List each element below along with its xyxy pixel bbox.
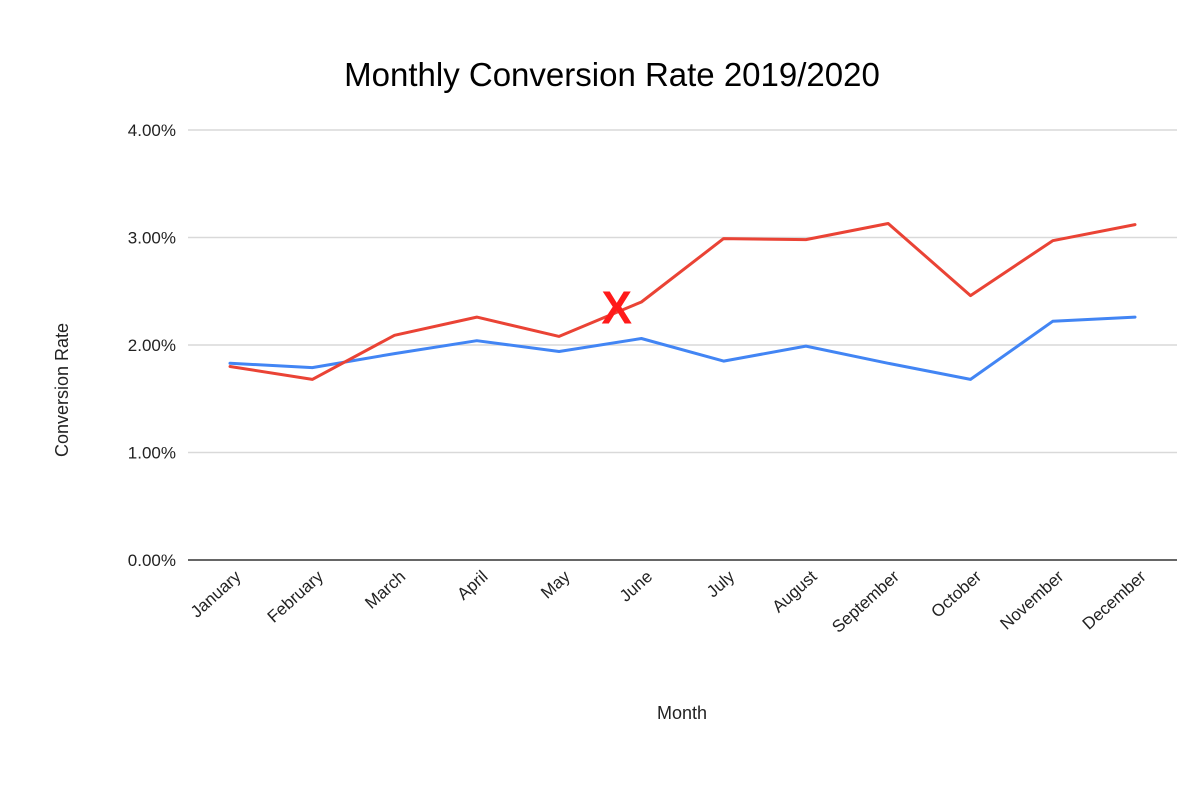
x-tick-label: March xyxy=(361,567,409,613)
y-tick-label: 1.00% xyxy=(128,444,176,463)
y-axis-title: Conversion Rate xyxy=(52,323,72,457)
line-chart: Monthly Conversion Rate 2019/2020 0.00% 1… xyxy=(52,56,1177,723)
x-axis-ticks: January February March April May June July Augu… xyxy=(187,567,1150,637)
series-group xyxy=(228,222,1137,381)
x-axis-title: Month xyxy=(657,703,707,723)
x-tick-label: May xyxy=(537,567,574,603)
y-axis-ticks: 0.00% 1.00% 2.00% 3.00% 4.00% xyxy=(128,121,176,570)
x-tick-label: September xyxy=(828,567,903,637)
x-mark-annotation: X xyxy=(601,281,632,333)
series-blue-line xyxy=(228,315,1137,381)
x-tick-label: December xyxy=(1079,567,1150,634)
y-tick-label: 3.00% xyxy=(128,229,176,248)
x-tick-label: April xyxy=(454,567,492,604)
x-tick-label: January xyxy=(187,567,245,622)
y-tick-label: 2.00% xyxy=(128,336,176,355)
x-tick-label: February xyxy=(264,567,328,627)
y-tick-label: 4.00% xyxy=(128,121,176,140)
y-tick-label: 0.00% xyxy=(128,551,176,570)
chart-title: Monthly Conversion Rate 2019/2020 xyxy=(344,56,880,93)
series-red-line xyxy=(228,222,1137,381)
x-tick-label: October xyxy=(927,567,985,622)
x-tick-label: July xyxy=(703,567,739,602)
annotations: X xyxy=(601,281,632,333)
x-tick-label: August xyxy=(769,567,821,617)
x-tick-label: November xyxy=(996,567,1067,634)
x-tick-label: June xyxy=(616,567,656,606)
gridlines xyxy=(188,129,1177,561)
